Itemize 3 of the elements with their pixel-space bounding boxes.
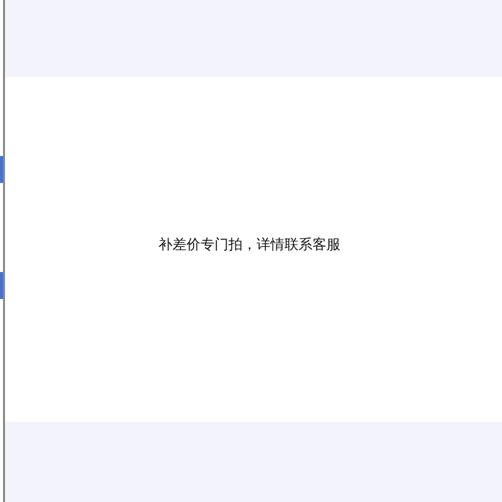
side-tab[interactable]: [0, 156, 3, 183]
side-tab[interactable]: [0, 272, 3, 299]
notice-text: 补差价专门拍，详情联系客服: [158, 236, 340, 254]
